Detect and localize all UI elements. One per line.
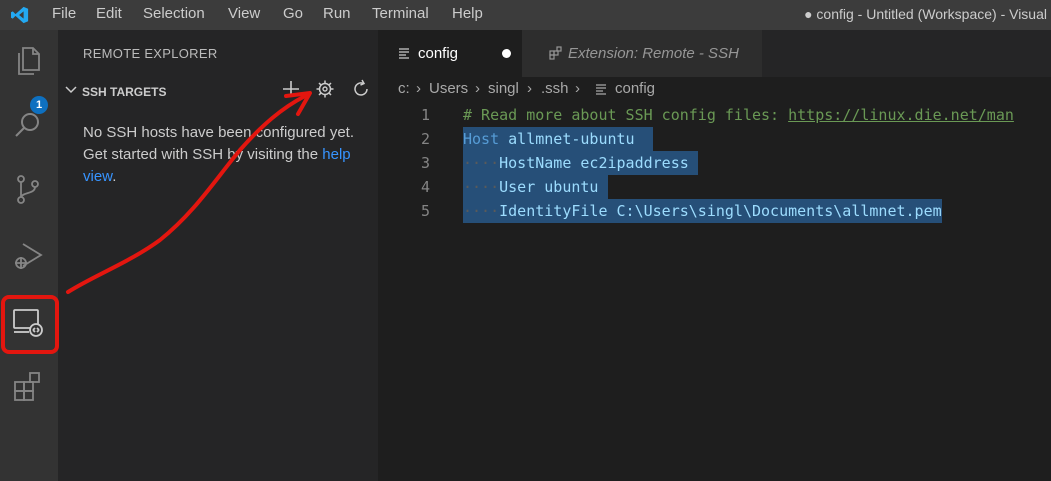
code-keyword: IdentityFile (499, 202, 608, 220)
no-hosts-text: No SSH hosts have been configured yet. G… (83, 124, 354, 163)
menu-terminal[interactable]: Terminal (372, 0, 429, 30)
line-number: 4 (420, 178, 430, 196)
window-title: ● config - Untitled (Workspace) - Visual (804, 6, 1047, 22)
code-keyword: User (499, 178, 536, 196)
line-number: 1 (420, 106, 430, 124)
editor-tabs: config Extension: Remote - SSH (378, 30, 1051, 77)
ssh-targets-section-header[interactable]: SSH TARGETS (64, 82, 166, 99)
search-icon[interactable] (11, 108, 45, 142)
breadcrumb-item-config[interactable]: config (615, 77, 655, 101)
sidebar-title: REMOTE EXPLORER (83, 46, 218, 61)
breadcrumb-chevron-icon: › (575, 80, 580, 97)
explorer-icon[interactable] (11, 44, 45, 78)
breadcrumb: c: › Users › singl › .ssh › config (378, 77, 1051, 101)
source-control-icon[interactable] (11, 172, 45, 206)
menu-file[interactable]: File (52, 0, 76, 30)
sidebar: REMOTE EXPLORER SSH TARGETS No SSH hosts… (58, 30, 378, 481)
code-keyword: Host (463, 130, 500, 148)
breadcrumb-chevron-icon: › (475, 80, 480, 97)
tab-config[interactable]: config (378, 30, 522, 77)
code-editor[interactable]: 1 # Read more about SSH config files: ht… (378, 101, 1051, 481)
menu-help[interactable]: Help (452, 0, 483, 30)
code-line-1[interactable]: # Read more about SSH config files: http… (463, 103, 1014, 127)
vscode-logo-icon (11, 6, 29, 24)
refresh-icon[interactable] (350, 78, 372, 100)
code-keyword: HostName (499, 154, 572, 172)
menu-view[interactable]: View (228, 0, 260, 30)
run-debug-icon[interactable] (11, 238, 45, 272)
breadcrumb-item-users[interactable]: Users (429, 77, 468, 101)
ssh-targets-label: SSH TARGETS (82, 85, 167, 99)
line-number: 2 (420, 130, 430, 148)
unsaved-dot-icon[interactable] (502, 49, 511, 58)
gear-icon[interactable] (314, 78, 336, 100)
message-end: . (112, 168, 117, 185)
breadcrumb-item-drive[interactable]: c: (398, 77, 410, 101)
code-line-4[interactable]: ····User ubuntu (463, 175, 608, 199)
activity-bar: 1 (0, 30, 58, 481)
line-number: 3 (420, 154, 430, 172)
breadcrumb-chevron-icon: › (527, 80, 532, 97)
extensions-icon[interactable] (11, 370, 45, 404)
menu-selection[interactable]: Selection (143, 0, 205, 30)
file-lines-icon (596, 84, 606, 95)
code-value: ec2ipaddress (580, 154, 689, 172)
code-value: C:\Users\singl\Documents\allmnet.pem (616, 202, 942, 220)
chevron-down-icon (65, 86, 77, 94)
breadcrumb-chevron-icon: › (416, 80, 421, 97)
code-value: ubuntu (544, 178, 599, 196)
code-line-3[interactable]: ····HostName ec2ipaddress (463, 151, 698, 175)
line-number: 5 (420, 202, 430, 220)
file-lines-icon (399, 48, 409, 59)
remote-explorer-icon[interactable] (11, 305, 45, 339)
tab-extension-label: Extension: Remote - SSH (568, 45, 739, 62)
extension-icon (549, 46, 562, 60)
code-comment-link[interactable]: https://linux.die.net/man (788, 106, 1014, 124)
tab-extension-remote-ssh[interactable]: Extension: Remote - SSH (522, 30, 762, 77)
no-hosts-message: No SSH hosts have been configured yet. G… (83, 122, 363, 188)
breadcrumb-item-ssh[interactable]: .ssh (541, 77, 569, 101)
tab-config-label: config (418, 45, 459, 62)
code-value: allmnet-ubuntu (508, 130, 635, 148)
code-line-2[interactable]: Host allmnet-ubuntu (463, 127, 653, 151)
menu-edit[interactable]: Edit (96, 0, 122, 30)
add-icon[interactable] (280, 78, 302, 100)
title-bar: File Edit Selection View Go Run Terminal… (0, 0, 1051, 30)
breadcrumb-item-singl[interactable]: singl (488, 77, 519, 101)
menu-run[interactable]: Run (323, 0, 351, 30)
menu-go[interactable]: Go (283, 0, 303, 30)
code-line-5[interactable]: ····IdentityFile C:\Users\singl\Document… (463, 199, 942, 223)
code-comment: # Read more about SSH config files: (463, 106, 789, 124)
